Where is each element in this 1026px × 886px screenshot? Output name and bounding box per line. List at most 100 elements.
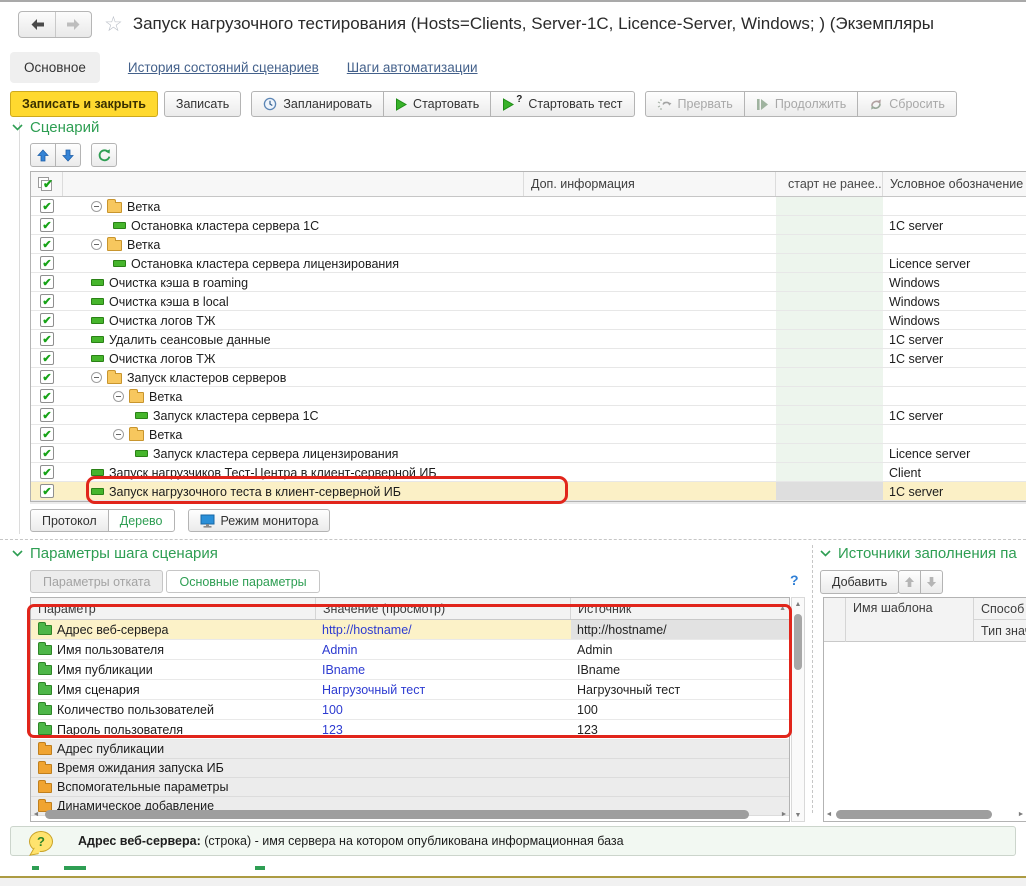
start-not-earlier-cell: [776, 482, 883, 500]
param-value-cell[interactable]: Admin: [316, 640, 571, 659]
param-value-cell[interactable]: 123: [316, 720, 571, 739]
row-checkbox[interactable]: ✔: [40, 199, 54, 213]
protocol-view-button[interactable]: Протокол: [30, 509, 109, 532]
tree-row[interactable]: ✔Запуск кластера сервера лицензированияL…: [31, 444, 1026, 463]
favorite-star-icon[interactable]: ☆: [104, 14, 123, 35]
row-checkbox[interactable]: ✔: [40, 218, 54, 232]
sources-section-header[interactable]: Источники заполнения па: [820, 545, 1026, 562]
param-value-cell[interactable]: http://hostname/: [316, 620, 571, 639]
forward-button[interactable]: [55, 12, 91, 37]
param-row[interactable]: Адрес веб-сервераhttp://hostname/http://…: [31, 620, 789, 640]
tree-row[interactable]: ✔Очистка логов ТЖWindows: [31, 311, 1026, 330]
scroll-left-arrow[interactable]: ◄: [31, 811, 41, 818]
reset-button[interactable]: Сбросить: [857, 91, 957, 117]
move-up-button[interactable]: [30, 143, 56, 167]
scenario-section-header[interactable]: Сценарий: [12, 119, 312, 136]
tab-main[interactable]: Основное: [10, 52, 100, 83]
vertical-splitter[interactable]: [812, 545, 813, 813]
tree-row-content: Ветка: [91, 197, 160, 216]
vertical-scroll-thumb[interactable]: [794, 614, 802, 670]
param-value-cell[interactable]: Нагрузочный тест: [316, 680, 571, 699]
tree-view-button[interactable]: Дерево: [108, 509, 175, 532]
param-row[interactable]: Имя сценарияНагрузочный тестНагрузочный …: [31, 680, 789, 700]
collapse-expander-icon[interactable]: [91, 239, 102, 250]
scroll-left-arrow[interactable]: ◄: [824, 811, 834, 818]
step-params-section-header[interactable]: Параметры шага сценария: [12, 545, 312, 562]
tab-rollback-params[interactable]: Параметры отката: [30, 570, 163, 593]
tree-row[interactable]: ✔Ветка: [31, 425, 1026, 444]
schedule-button[interactable]: Запланировать: [251, 91, 384, 117]
horizontal-scroll-thumb[interactable]: [45, 810, 749, 819]
help-link[interactable]: ?: [790, 572, 799, 588]
tree-row[interactable]: ✔ Ветка: [31, 197, 1026, 216]
tree-row[interactable]: ✔Запуск нагрузчиков Тест-Центра в клиент…: [31, 463, 1026, 482]
tree-row[interactable]: ✔Удалить сеансовые данные1C server: [31, 330, 1026, 349]
row-checkbox[interactable]: ✔: [40, 294, 54, 308]
add-source-button[interactable]: Добавить: [820, 570, 899, 594]
param-source-cell: 100: [571, 700, 789, 719]
collapse-expander-icon[interactable]: [113, 391, 124, 402]
scroll-down-arrow[interactable]: ▼: [792, 809, 804, 821]
row-checkbox[interactable]: ✔: [40, 351, 54, 365]
row-checkbox[interactable]: ✔: [40, 446, 54, 460]
tree-row[interactable]: ✔Ветка: [31, 387, 1026, 406]
param-value-cell[interactable]: IBname: [316, 660, 571, 679]
tree-row[interactable]: ✔Ветка: [31, 235, 1026, 254]
unit-symbol-cell: 1C server: [889, 482, 943, 501]
tree-row-content: Очистка кэша в local: [91, 292, 229, 311]
app-window: ☆ Запуск нагрузочного тестирования (Host…: [0, 0, 1026, 886]
tree-row[interactable]: ✔Очистка логов ТЖ1C server: [31, 349, 1026, 368]
param-row[interactable]: Пароль пользователя123123: [31, 720, 789, 740]
save-button[interactable]: Записать: [164, 91, 241, 117]
back-button[interactable]: [19, 12, 55, 37]
refresh-icon: [97, 148, 111, 162]
save-and-close-button[interactable]: Записать и закрыть: [10, 91, 158, 117]
tree-row[interactable]: ✔Очистка кэша в roamingWindows: [31, 273, 1026, 292]
collapse-expander-icon[interactable]: [113, 429, 124, 440]
row-checkbox[interactable]: ✔: [40, 256, 54, 270]
tree-row[interactable]: ✔Запуск кластера сервера 1С1C server: [31, 406, 1026, 425]
move-down-button[interactable]: [55, 143, 81, 167]
row-checkbox[interactable]: ✔: [40, 408, 54, 422]
interrupt-button[interactable]: Прервать: [645, 91, 745, 117]
param-row[interactable]: Количество пользователей100100: [31, 700, 789, 720]
link-scenario-state-history[interactable]: История состояний сценариев: [128, 60, 319, 75]
row-checkbox[interactable]: ✔: [40, 370, 54, 384]
tree-row[interactable]: ✔Остановка кластера сервера 1С1C server: [31, 216, 1026, 235]
row-checkbox[interactable]: ✔: [40, 465, 54, 479]
param-row[interactable]: Имя пользователяAdminAdmin: [31, 640, 789, 660]
scroll-right-arrow[interactable]: ►: [779, 811, 789, 818]
param-row[interactable]: Имя публикацииIBnameIBname: [31, 660, 789, 680]
sources-move-down-button[interactable]: [920, 570, 943, 594]
param-value-cell[interactable]: 100: [316, 700, 571, 719]
row-checkbox[interactable]: ✔: [40, 427, 54, 441]
scroll-up-arrow[interactable]: ▲: [792, 598, 804, 610]
row-checkbox[interactable]: ✔: [40, 484, 54, 498]
row-checkbox[interactable]: ✔: [40, 313, 54, 327]
collapse-expander-icon[interactable]: [91, 201, 102, 212]
row-checkbox[interactable]: ✔: [40, 275, 54, 289]
link-automation-steps[interactable]: Шаги автоматизации: [347, 60, 478, 75]
start-button[interactable]: Стартовать: [383, 91, 491, 117]
monitor-mode-button[interactable]: Режим монитора: [188, 509, 331, 532]
horizontal-scroll-thumb[interactable]: [836, 810, 992, 819]
row-checkbox[interactable]: ✔: [40, 332, 54, 346]
horizontal-splitter[interactable]: [0, 539, 1026, 540]
param-group-row[interactable]: Время ожидания запуска ИБ: [31, 759, 789, 778]
param-group-row[interactable]: Адрес публикации: [31, 740, 789, 759]
start-test-button[interactable]: ? Стартовать тест: [490, 91, 634, 117]
collapse-expander-icon[interactable]: [91, 372, 102, 383]
refresh-button[interactable]: [91, 143, 117, 167]
row-checkbox[interactable]: ✔: [40, 237, 54, 251]
resume-button[interactable]: Продолжить: [744, 91, 858, 117]
tree-row[interactable]: ✔Запуск кластеров серверов: [31, 368, 1026, 387]
row-checkbox[interactable]: ✔: [40, 389, 54, 403]
tree-row[interactable]: ✔Остановка кластера сервера лицензирован…: [31, 254, 1026, 273]
sources-move-up-button[interactable]: [898, 570, 921, 594]
tree-row[interactable]: ✔Очистка кэша в localWindows: [31, 292, 1026, 311]
scroll-right-arrow[interactable]: ►: [1016, 811, 1026, 818]
param-group-row[interactable]: Вспомогательные параметры: [31, 778, 789, 797]
tree-row[interactable]: ✔Запуск нагрузочного теста в клиент-серв…: [31, 482, 1026, 501]
check-all-header-cell[interactable]: ✔: [31, 172, 63, 196]
tab-main-params[interactable]: Основные параметры: [166, 570, 319, 593]
